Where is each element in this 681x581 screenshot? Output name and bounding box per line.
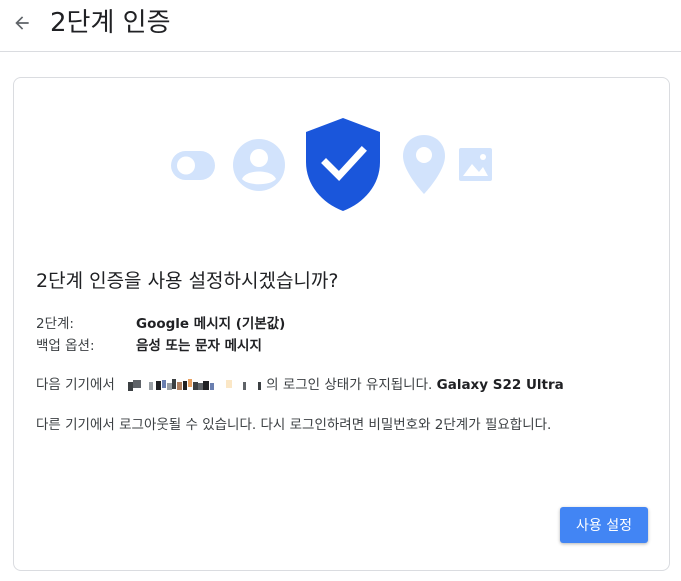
back-button[interactable] [8, 9, 36, 37]
device-prefix: 다음 기기에서 [36, 377, 115, 393]
illustration [14, 78, 669, 228]
info-label: 백업 옵션: [36, 338, 95, 354]
shield-check-icon [306, 118, 380, 211]
redacted-device-list [122, 378, 264, 392]
question-heading: 2단계 인증을 사용 설정하시겠습니까? [36, 270, 339, 292]
enable-button[interactable]: 사용 설정 [560, 507, 648, 543]
device-name: Galaxy S22 Ultra [436, 377, 564, 393]
image-icon [459, 148, 492, 181]
location-pin-icon [403, 135, 445, 194]
info-value: 음성 또는 문자 메시지 [136, 338, 262, 354]
info-row-backup: 백업 옵션: 음성 또는 문자 메시지 [36, 336, 262, 356]
info-label: 2단계: [36, 316, 74, 332]
info-row-step: 2단계: Google 메시지 (기본값) [36, 314, 285, 334]
top-bar: 2단계 인증 [0, 0, 681, 52]
page-title: 2단계 인증 [50, 8, 171, 38]
toggle-icon [171, 151, 215, 180]
account-icon [233, 139, 285, 191]
device-line: 다음 기기에서 의 로그인 상태가 유지됩니다. Galaxy S22 Ultr… [36, 375, 564, 395]
device-suffix: 의 로그인 상태가 유지됩니다. [266, 377, 433, 393]
arrow-left-icon [15, 16, 29, 30]
logout-notice: 다른 기기에서 로그아웃될 수 있습니다. 다시 로그인하려면 비밀번호와 2단… [36, 417, 552, 433]
info-value: Google 메시지 (기본값) [136, 316, 286, 332]
two-step-card: 2단계 인증을 사용 설정하시겠습니까? 2단계: Google 메시지 (기본값… [13, 77, 670, 571]
